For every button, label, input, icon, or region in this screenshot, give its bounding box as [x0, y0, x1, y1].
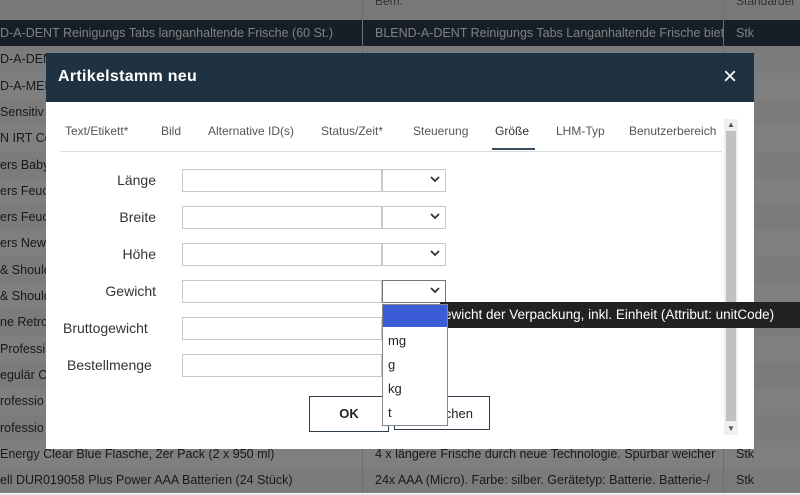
tab-groesse[interactable]: Größe: [495, 124, 529, 138]
dropdown-option-t[interactable]: t: [383, 402, 447, 424]
dialog-scrollbar[interactable]: ▲ ▼: [724, 119, 738, 435]
active-tab-indicator: [492, 148, 535, 150]
label-breite: Breite: [119, 209, 156, 225]
chevron-down-icon: [430, 250, 440, 257]
label-laenge: Länge: [117, 172, 156, 188]
tab-lhm-typ[interactable]: LHM-Typ: [556, 124, 605, 138]
tab-steuerung[interactable]: Steuerung: [413, 124, 468, 138]
bestellmenge-input[interactable]: [182, 354, 382, 377]
laenge-input[interactable]: [182, 169, 382, 192]
label-bruttogewicht: Bruttogewicht: [63, 320, 148, 336]
tab-bar: Text/Etikett* Bild Alternative ID(s) Sta…: [60, 121, 722, 152]
hoehe-input[interactable]: [182, 243, 382, 266]
breite-input[interactable]: [182, 206, 382, 229]
chevron-down-icon: [430, 287, 440, 294]
dropdown-option-kg[interactable]: kg: [383, 378, 447, 400]
tab-text-etikett[interactable]: Text/Etikett*: [65, 124, 128, 138]
bruttogewicht-input[interactable]: [182, 317, 382, 340]
hoehe-unit-select[interactable]: [382, 243, 446, 266]
label-hoehe: Höhe: [122, 246, 156, 262]
close-icon[interactable]: ×: [720, 65, 740, 89]
ok-button[interactable]: OK: [309, 396, 389, 432]
tab-status-zeit[interactable]: Status/Zeit*: [321, 124, 383, 138]
label-gewicht: Gewicht: [105, 283, 156, 299]
gewicht-unit-select[interactable]: [382, 280, 446, 303]
dropdown-option-g[interactable]: g: [383, 354, 447, 376]
tab-alternative-ids[interactable]: Alternative ID(s): [208, 124, 294, 138]
scroll-down-arrow-icon[interactable]: ▼: [724, 423, 738, 435]
gewicht-input[interactable]: [182, 280, 382, 303]
dropdown-option-empty[interactable]: [383, 305, 447, 327]
tab-benutzerbereich[interactable]: Benutzerbereich: [629, 124, 716, 138]
breite-unit-select[interactable]: [382, 206, 446, 229]
dialog-header: Artikelstamm neu ×: [46, 53, 754, 102]
scroll-thumb[interactable]: [726, 131, 736, 421]
gewicht-tooltip: ewicht der Verpackung, inkl. Einheit (At…: [440, 302, 800, 328]
laenge-unit-select[interactable]: [382, 169, 446, 192]
chevron-down-icon: [430, 176, 440, 183]
scroll-up-arrow-icon[interactable]: ▲: [724, 119, 738, 131]
dialog-title: Artikelstamm neu: [58, 68, 198, 85]
tab-bild[interactable]: Bild: [161, 124, 181, 138]
label-bestellmenge: Bestellmenge: [67, 357, 152, 373]
dropdown-option-mg[interactable]: mg: [383, 330, 447, 352]
chevron-down-icon: [430, 213, 440, 220]
unit-dropdown-list: mg g kg t: [382, 304, 448, 426]
